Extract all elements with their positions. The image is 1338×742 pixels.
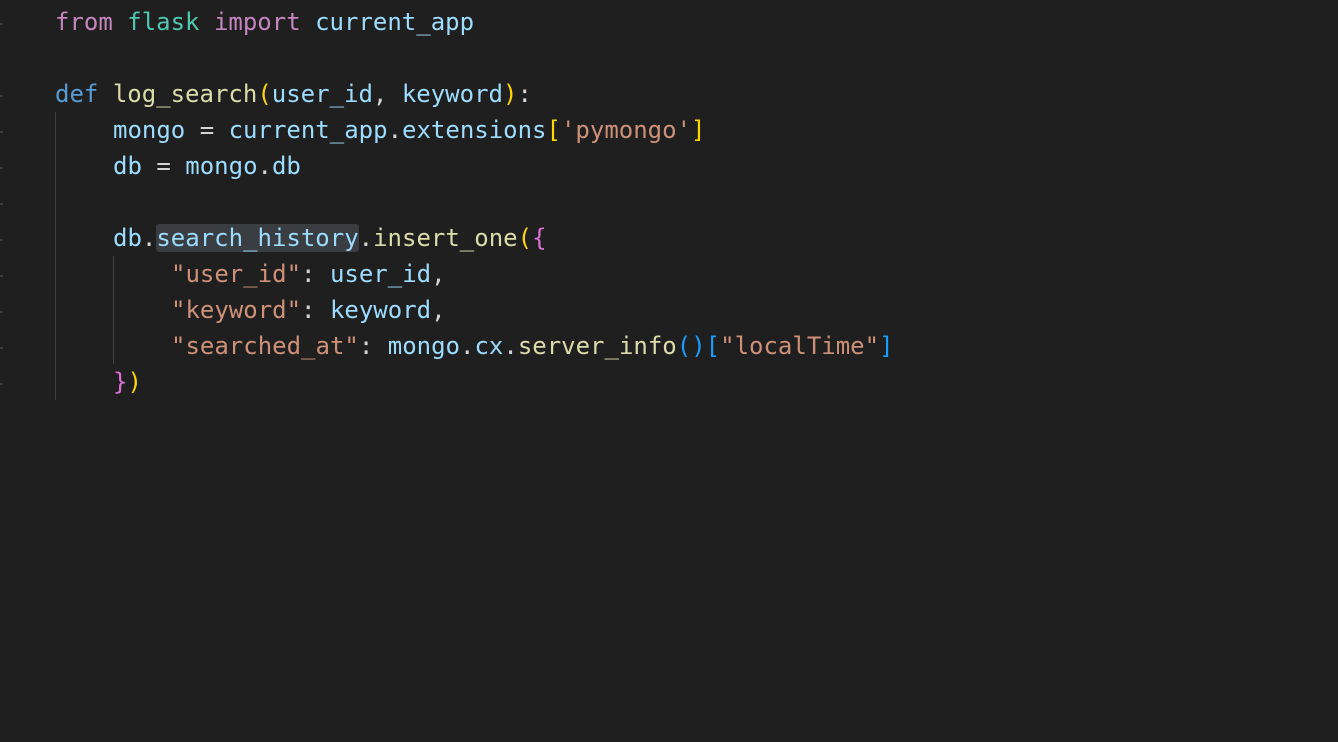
token-flask: flask <box>127 8 200 36</box>
token-from: from <box>55 8 113 36</box>
token-search-history-highlighted[interactable]: search_history <box>156 224 359 252</box>
gutter-marker <box>0 383 3 385</box>
code-line-1: from flask import current_app <box>55 4 894 40</box>
token-db-attr: db <box>271 152 301 180</box>
code-editor[interactable]: from flask import current_app def log_se… <box>0 0 1338 742</box>
token-db: db <box>113 152 142 180</box>
gutter-marker <box>0 23 3 25</box>
gutter-marker <box>0 131 3 133</box>
token-keyword: keyword <box>329 296 432 324</box>
gutter-marker <box>0 167 3 169</box>
gutter-marker <box>0 203 3 205</box>
token-extensions: extensions <box>402 116 547 144</box>
token-current-app: current_app <box>315 8 475 36</box>
token-import: import <box>213 8 301 36</box>
token-mongo: mongo <box>387 332 460 360</box>
token-current-app: current_app <box>228 116 388 144</box>
token-cx: cx <box>474 332 504 360</box>
token-def: def <box>55 80 99 108</box>
token-pymongo-string: 'pymongo' <box>560 116 692 144</box>
token-db: db <box>113 224 142 252</box>
editor-gutter <box>0 0 10 742</box>
gutter-marker <box>0 347 3 349</box>
token-searched-at-key: "searched_at" <box>171 332 359 360</box>
token-user-id: user_id <box>329 260 432 288</box>
code-lines[interactable]: from flask import current_app def log_se… <box>55 4 894 400</box>
code-line-7: db.search_history.insert_one({ <box>113 224 547 252</box>
code-line-4: mongo = current_app.extensions['pymongo'… <box>113 116 706 144</box>
code-line-3: def log_search(user_id, keyword): <box>55 80 532 108</box>
gutter-marker <box>0 95 3 97</box>
token-param-keyword: keyword <box>401 80 503 108</box>
code-line-8: "user_id": user_id, <box>171 260 446 288</box>
code-line-10: "searched_at": mongo.cx.server_info()["l… <box>171 332 894 360</box>
code-line-5: db = mongo.db <box>113 152 301 180</box>
gutter-marker <box>0 275 3 277</box>
token-param-user-id: user_id <box>271 80 373 108</box>
token-user-id-key: "user_id" <box>171 260 302 288</box>
token-keyword-key: "keyword" <box>171 296 302 324</box>
gutter-marker <box>0 239 3 241</box>
token-log-search: log_search <box>112 80 258 108</box>
code-line-9: "keyword": keyword, <box>171 296 446 324</box>
token-localtime-string: "localTime" <box>720 332 880 360</box>
gutter-marker <box>0 311 3 313</box>
token-server-info: server_info <box>517 332 677 360</box>
token-insert-one: insert_one <box>373 224 518 252</box>
token-mongo: mongo <box>113 116 186 144</box>
token-mongo: mongo <box>185 152 258 180</box>
code-line-11: }) <box>113 368 142 396</box>
